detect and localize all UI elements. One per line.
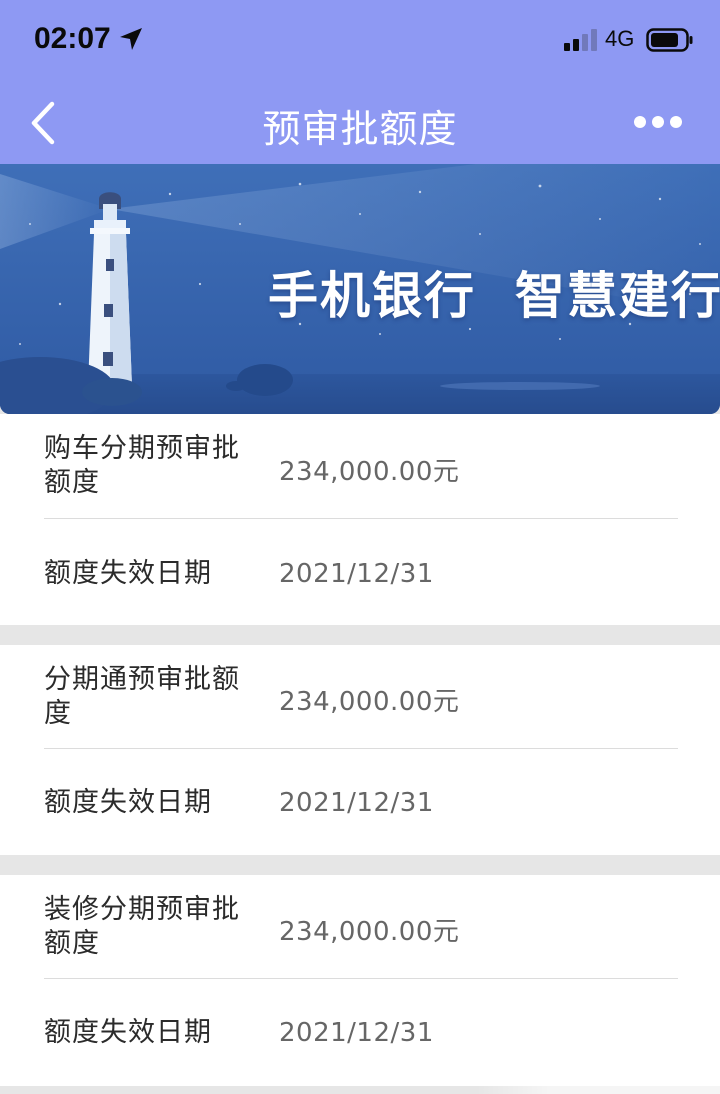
limit-value: 234,000.00元 — [279, 917, 460, 947]
more-dots-icon[interactable] — [630, 108, 686, 136]
limit-label: 购车分期预审批额度 — [44, 433, 240, 498]
nav-bar: 预审批额度 — [0, 80, 720, 164]
status-time: 02:07 — [34, 22, 111, 55]
expiry-value: 2021/12/31 — [279, 1018, 434, 1048]
expiry-label: 额度失效日期 — [44, 1017, 212, 1048]
expiry-label: 额度失效日期 — [44, 787, 212, 818]
network-type: 4G — [605, 26, 635, 51]
banner-slogan-part2: 智慧建行 — [514, 267, 720, 325]
limit-label: 分期通预审批额度 — [44, 664, 240, 729]
expiry-value: 2021/12/31 — [279, 559, 434, 589]
expiry-value: 2021/12/31 — [279, 788, 434, 818]
limit-label: 装修分期预审批额度 — [44, 894, 240, 959]
limit-row: 分期通预审批额度 234,000.00元 — [0, 645, 720, 749]
limit-value: 234,000.00元 — [279, 687, 460, 717]
expiry-row: 额度失效日期 2021/12/31 — [0, 979, 720, 1086]
promo-banner[interactable]: 手机银行 智慧建行 — [0, 164, 720, 414]
preapproval-card-renovation: 装修分期预审批额度 234,000.00元 额度失效日期 2021/12/31 — [0, 875, 720, 1086]
signal-icon — [564, 29, 597, 51]
app-header: 02:07 4G 预审批额度 — [0, 0, 720, 164]
limit-value: 234,000.00元 — [279, 457, 460, 487]
page-title: 预审批额度 — [262, 107, 458, 151]
expiry-label: 额度失效日期 — [44, 558, 212, 589]
battery-icon — [646, 28, 693, 52]
banner-slogan-part1: 手机银行 — [268, 267, 476, 325]
location-arrow-icon — [120, 28, 142, 50]
limit-row: 装修分期预审批额度 234,000.00元 — [0, 875, 720, 979]
expiry-row: 额度失效日期 2021/12/31 — [0, 749, 720, 855]
preapproval-card-installment: 分期通预审批额度 234,000.00元 额度失效日期 2021/12/31 — [0, 645, 720, 855]
banner-slogan: 手机银行 智慧建行 — [268, 256, 720, 328]
limit-row: 购车分期预审批额度 234,000.00元 — [0, 414, 720, 519]
preapproval-card-car-loan: 购车分期预审批额度 234,000.00元 额度失效日期 2021/12/31 — [0, 414, 720, 625]
status-bar: 02:07 4G — [0, 0, 720, 80]
expiry-row: 额度失效日期 2021/12/31 — [0, 519, 720, 625]
